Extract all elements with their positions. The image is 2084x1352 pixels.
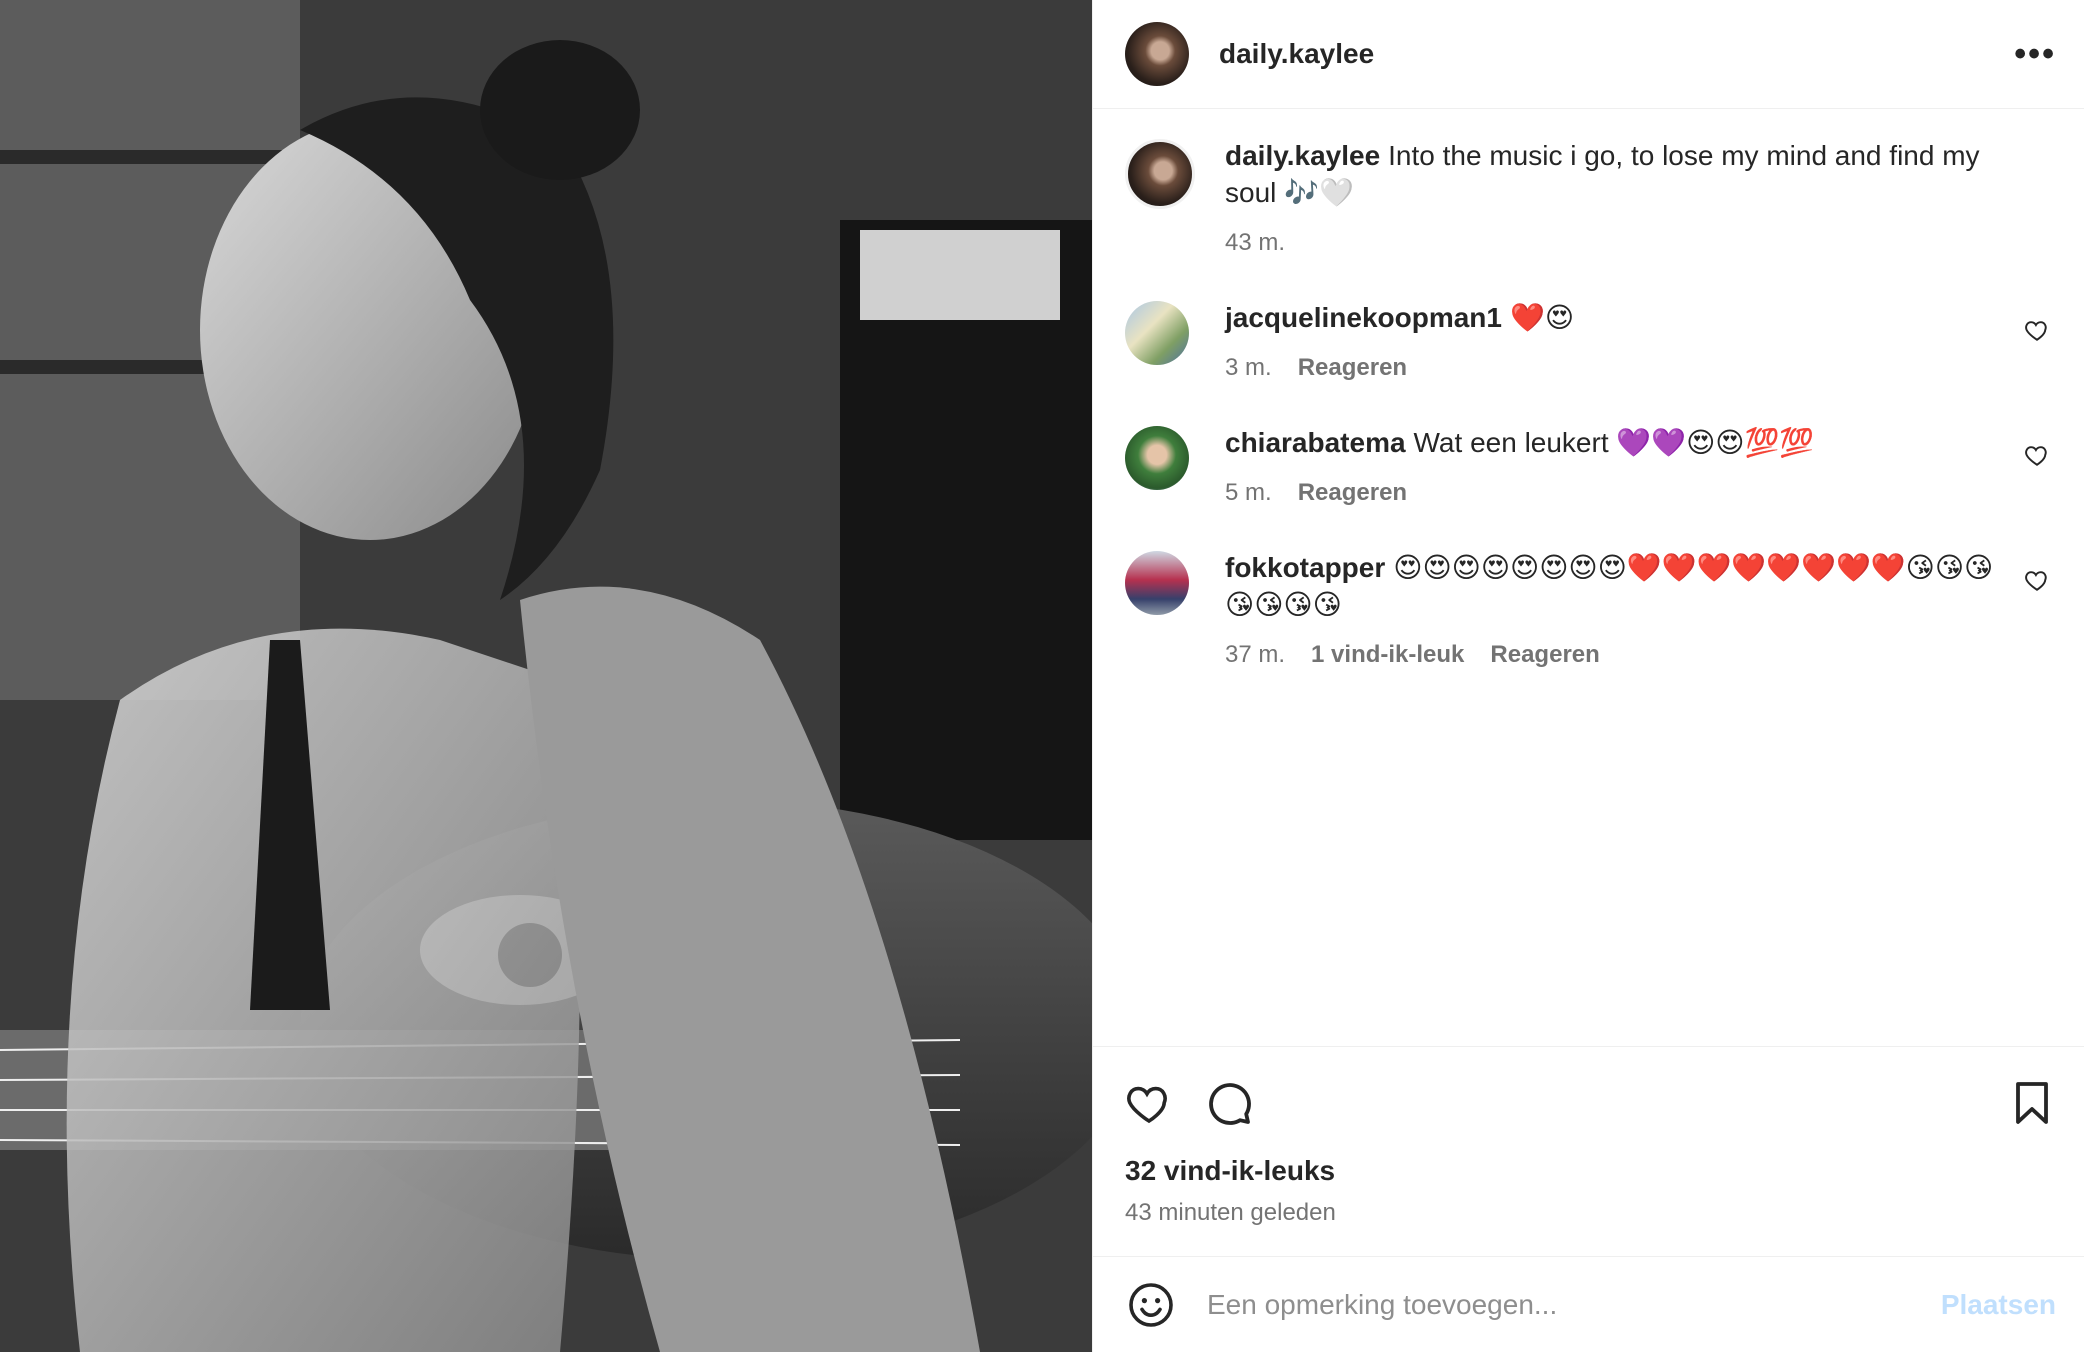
comment-meta: 5 m. Reageren [1225,479,1996,507]
post-time-ago[interactable]: 43 minuten geleden [1125,1199,2056,1227]
commenter-avatar[interactable] [1125,551,1189,615]
post-sidebar: daily.kaylee ••• daily.kaylee Into the mu… [1092,0,2084,1352]
reply-button[interactable]: Reageren [1490,641,1599,669]
comment-time[interactable]: 37 m. [1225,641,1285,669]
more-options-icon[interactable]: ••• [2014,37,2056,71]
comment-like-heart-icon[interactable] [2024,442,2050,468]
photo-illustration [0,0,1092,1352]
comment-item: fokkotapper 😍😍😍😍😍😍😍😍❤️❤️❤️❤️❤️❤️❤️❤️😘😘😘😘😘… [1125,549,2056,669]
instagram-post-view: daily.kaylee ••• daily.kaylee Into the mu… [0,0,2084,1352]
comment-like-heart-icon[interactable] [2024,317,2050,343]
caption-meta: 43 m. [1225,229,1996,257]
comment-username[interactable]: jacquelinekoopman1 [1225,302,1502,333]
comment-time[interactable]: 5 m. [1225,479,1272,507]
add-comment-bar: Plaatsen [1093,1256,2084,1352]
emoji-icon[interactable] [1127,1281,1175,1329]
likes-count[interactable]: 32 vind-ik-leuks [1125,1155,2056,1187]
comment-text-block: fokkotapper 😍😍😍😍😍😍😍😍❤️❤️❤️❤️❤️❤️❤️❤️😘😘😘😘😘… [1225,549,1996,623]
post-header: daily.kaylee ••• [1093,0,2084,109]
post-comment-button[interactable]: Plaatsen [1941,1289,2056,1321]
comment-meta: 3 m. Reageren [1225,354,1996,382]
comment-text-block: jacquelinekoopman1 ❤️😍 [1225,299,1996,336]
caption-avatar[interactable] [1125,139,1195,209]
commenter-avatar[interactable] [1125,426,1189,490]
comment-time[interactable]: 3 m. [1225,354,1272,382]
comment-username[interactable]: chiarabatema [1225,427,1406,458]
caption-body: daily.kaylee Into the music i go, to lose… [1225,137,2056,257]
author-avatar[interactable] [1125,22,1189,86]
bookmark-icon[interactable] [2008,1079,2056,1127]
comment-body: fokkotapper 😍😍😍😍😍😍😍😍❤️❤️❤️❤️❤️❤️❤️❤️😘😘😘😘😘… [1225,549,2056,669]
reply-button[interactable]: Reageren [1298,479,1407,507]
comment-input[interactable] [1205,1287,1941,1322]
comment-meta: 37 m. 1 vind-ik-leuk Reageren [1225,641,1996,669]
comment-item: chiarabatema Wat een leukert 💜💜😍😍💯💯 5 m. … [1125,424,2056,507]
comment-body: chiarabatema Wat een leukert 💜💜😍😍💯💯 5 m. … [1225,424,2056,507]
caption-username[interactable]: daily.kaylee [1225,140,1380,171]
comment-body: jacquelinekoopman1 ❤️😍 3 m. Reageren [1225,299,2056,382]
comment-text-block: chiarabatema Wat een leukert 💜💜😍😍💯💯 [1225,424,1996,461]
commenter-avatar[interactable] [1125,301,1189,365]
post-photo[interactable] [0,0,1092,1352]
caption-time[interactable]: 43 m. [1225,229,1285,257]
comment-likes-count[interactable]: 1 vind-ik-leuk [1311,641,1464,669]
post-actions: 32 vind-ik-leuks 43 minuten geleden [1093,1046,2084,1256]
comment-item: jacquelinekoopman1 ❤️😍 3 m. Reageren [1125,299,2056,382]
comments-list: daily.kaylee Into the music i go, to lose… [1093,109,2084,1049]
caption-text-block: daily.kaylee Into the music i go, to lose… [1225,137,1996,211]
comment-like-heart-icon[interactable] [2024,567,2050,593]
comment-text: ❤️😍 [1509,302,1575,333]
caption: daily.kaylee Into the music i go, to lose… [1125,137,2056,257]
comment-text: Wat een leukert 💜💜😍😍💯💯 [1413,427,1815,458]
comment-icon[interactable] [1205,1079,1253,1127]
author-username[interactable]: daily.kaylee [1219,38,2014,70]
heart-icon[interactable] [1125,1079,1173,1127]
action-icon-row [1125,1079,2056,1127]
reply-button[interactable]: Reageren [1298,354,1407,382]
comment-username[interactable]: fokkotapper [1225,552,1385,583]
